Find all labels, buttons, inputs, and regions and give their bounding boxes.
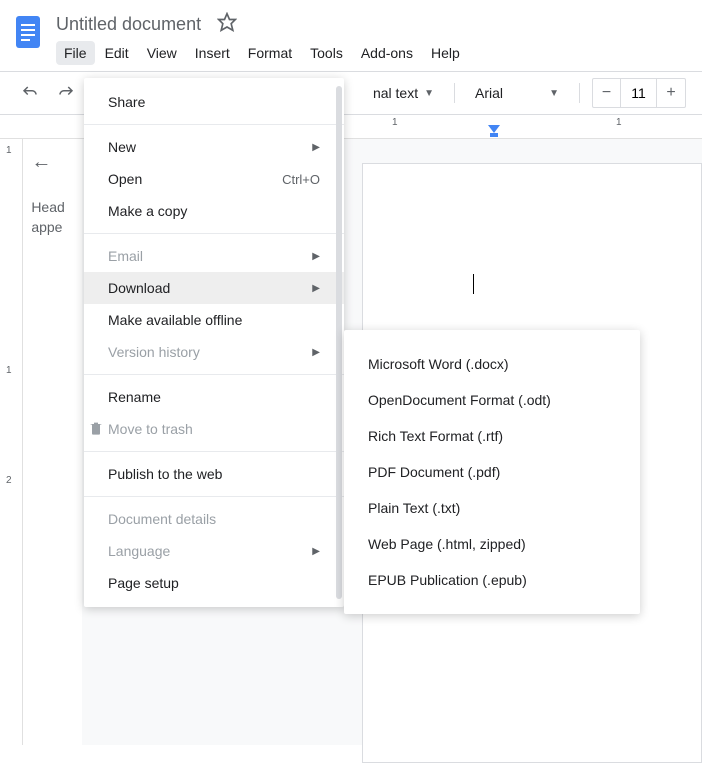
menu-item-publish[interactable]: Publish to the web [84, 458, 344, 490]
menu-item-make-copy[interactable]: Make a copy [84, 195, 344, 227]
undo-button[interactable] [16, 79, 44, 107]
menu-help[interactable]: Help [423, 41, 468, 65]
doc-area: Untitled document File Edit View Insert … [56, 8, 702, 71]
menu-divider [84, 233, 344, 234]
ruler-mark: 1 [6, 145, 12, 156]
download-odt[interactable]: OpenDocument Format (.odt) [344, 382, 640, 418]
shortcut-label: Ctrl+O [282, 172, 320, 187]
ruler-mark: 1 [6, 365, 12, 376]
redo-button[interactable] [52, 79, 80, 107]
font-label: Arial [475, 85, 503, 101]
chevron-down-icon: ▼ [549, 88, 559, 99]
back-arrow-icon[interactable]: ← [31, 151, 74, 174]
menu-divider [84, 496, 344, 497]
submenu-arrow-icon: ▶ [312, 347, 320, 358]
menu-item-open[interactable]: OpenCtrl+O [84, 163, 344, 195]
menu-format[interactable]: Format [240, 41, 300, 65]
submenu-arrow-icon: ▶ [312, 283, 320, 294]
submenu-arrow-icon: ▶ [312, 251, 320, 262]
menu-item-rename[interactable]: Rename [84, 381, 344, 413]
ruler-mark: 1 [616, 117, 622, 128]
menu-divider [84, 124, 344, 125]
font-select[interactable]: Arial ▼ [467, 81, 567, 105]
font-size-increase[interactable]: + [657, 79, 685, 107]
star-icon[interactable] [217, 12, 237, 37]
separator [454, 83, 455, 103]
menu-item-download[interactable]: Download▶ [84, 272, 344, 304]
menu-addons[interactable]: Add-ons [353, 41, 421, 65]
menu-item-email[interactable]: Email▶ [84, 240, 344, 272]
chevron-down-icon: ▼ [424, 88, 434, 99]
outline-panel: ← Head appe [23, 139, 82, 745]
menu-item-doc-details[interactable]: Document details [84, 503, 344, 535]
download-pdf[interactable]: PDF Document (.pdf) [344, 454, 640, 490]
menu-edit[interactable]: Edit [97, 41, 137, 65]
document-title[interactable]: Untitled document [56, 14, 201, 35]
trash-icon [88, 420, 104, 439]
menu-item-language[interactable]: Language▶ [84, 535, 344, 567]
download-docx[interactable]: Microsoft Word (.docx) [344, 346, 640, 382]
download-submenu: Microsoft Word (.docx) OpenDocument Form… [344, 330, 640, 614]
menu-item-move-trash[interactable]: Move to trash [84, 413, 344, 445]
download-txt[interactable]: Plain Text (.txt) [344, 490, 640, 526]
menu-item-share[interactable]: Share [84, 86, 344, 118]
submenu-arrow-icon: ▶ [312, 546, 320, 557]
menu-item-page-setup[interactable]: Page setup [84, 567, 344, 599]
menu-insert[interactable]: Insert [187, 41, 238, 65]
menu-divider [84, 374, 344, 375]
font-size-group: − 11 + [592, 78, 686, 108]
indent-marker-icon[interactable] [488, 125, 500, 140]
submenu-arrow-icon: ▶ [312, 142, 320, 153]
menu-divider [84, 451, 344, 452]
menu-file[interactable]: File [56, 41, 95, 65]
menu-tools[interactable]: Tools [302, 41, 351, 65]
download-rtf[interactable]: Rich Text Format (.rtf) [344, 418, 640, 454]
docs-logo[interactable] [8, 12, 48, 52]
download-html[interactable]: Web Page (.html, zipped) [344, 526, 640, 562]
style-label: nal text [373, 85, 418, 101]
header: Untitled document File Edit View Insert … [0, 0, 702, 71]
text-cursor [473, 274, 474, 294]
vertical-ruler: 1 1 2 [0, 139, 23, 745]
paragraph-style-select[interactable]: nal text ▼ [365, 81, 442, 105]
menubar: File Edit View Insert Format Tools Add-o… [56, 39, 702, 71]
font-size-value[interactable]: 11 [621, 79, 657, 107]
menu-scrollbar[interactable] [336, 86, 342, 599]
ruler-mark: 1 [392, 117, 398, 128]
menu-item-new[interactable]: New▶ [84, 131, 344, 163]
menu-item-version-history[interactable]: Version history▶ [84, 336, 344, 368]
menu-item-offline[interactable]: Make available offline [84, 304, 344, 336]
ruler-mark: 2 [6, 475, 12, 486]
download-epub[interactable]: EPUB Publication (.epub) [344, 562, 640, 598]
menu-view[interactable]: View [139, 41, 185, 65]
outline-placeholder: Head appe [31, 198, 74, 237]
separator [579, 83, 580, 103]
file-dropdown: Share New▶ OpenCtrl+O Make a copy Email▶… [84, 78, 344, 607]
font-size-decrease[interactable]: − [593, 79, 621, 107]
